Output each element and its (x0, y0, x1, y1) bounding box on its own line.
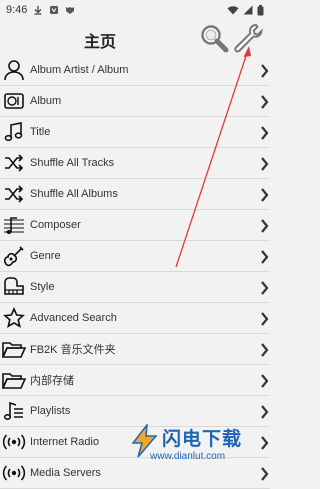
menu-item-label: Album Artist / Album (30, 64, 129, 76)
menu-item-label: Composer (30, 219, 81, 231)
menu-item-label: FB2K 音乐文件夹 (30, 344, 116, 356)
menu-item-style[interactable]: Style (0, 272, 270, 303)
menu-item-composer[interactable]: Composer (0, 210, 270, 241)
notification-icon (50, 6, 59, 14)
watermark: 闪电下载 www.dianlut.com (130, 424, 268, 478)
chevron-right-icon (261, 281, 269, 295)
radio-icon (1, 429, 27, 455)
folder-icon (1, 336, 27, 362)
menu-item-album[interactable]: Album (0, 86, 270, 117)
star-icon (1, 305, 27, 331)
watermark-title: 闪电下载 (162, 428, 243, 450)
menu-item-label: Advanced Search (30, 312, 117, 324)
composer-icon (1, 212, 27, 238)
chevron-right-icon (261, 126, 269, 140)
playlist-icon (1, 398, 27, 424)
menu-item-advanced-search[interactable]: Advanced Search (0, 303, 270, 334)
app-notification-icon (66, 7, 75, 14)
person-icon (1, 57, 27, 83)
app-header: 主页 (0, 20, 270, 56)
search-icon (201, 25, 229, 53)
wifi-icon (227, 6, 239, 15)
menu-item-playlists[interactable]: Playlists (0, 396, 270, 427)
shuffle-icon (1, 181, 27, 207)
menu-item-album-artist[interactable]: Album Artist / Album (0, 55, 270, 86)
menu-item-title[interactable]: Title (0, 117, 270, 148)
settings-button[interactable] (232, 22, 264, 54)
chevron-right-icon (261, 250, 269, 264)
shuffle-icon (1, 150, 27, 176)
menu-item-label: Style (30, 281, 55, 293)
chevron-right-icon (261, 157, 269, 171)
chevron-right-icon (261, 188, 269, 202)
menu-item-label: 内部存储 (30, 375, 74, 387)
menu-item-label: Internet Radio (30, 436, 100, 448)
wrench-icon (234, 23, 263, 53)
album-icon (1, 88, 27, 114)
status-bar: 9:46 (0, 0, 270, 20)
signal-icon (243, 5, 253, 15)
watermark-url: www.dianlut.com (150, 451, 226, 462)
search-button[interactable] (199, 23, 229, 53)
menu-item-label: Title (30, 126, 51, 138)
status-time: 9:46 (6, 4, 28, 16)
chevron-right-icon (261, 312, 269, 326)
music-note-icon (1, 119, 27, 145)
menu-item-label: Shuffle All Tracks (30, 157, 115, 169)
menu-item-genre[interactable]: Genre (0, 241, 270, 272)
chevron-right-icon (261, 64, 269, 78)
battery-icon (257, 4, 264, 15)
menu-item-fb2k-folder[interactable]: FB2K 音乐文件夹 (0, 334, 270, 365)
menu-item-shuffle-tracks[interactable]: Shuffle All Tracks (0, 148, 270, 179)
menu-item-label: Album (30, 95, 62, 107)
guitar-icon (1, 243, 27, 269)
chevron-right-icon (261, 374, 269, 388)
menu-item-shuffle-albums[interactable]: Shuffle All Albums (0, 179, 270, 210)
download-icon (34, 6, 42, 15)
menu-item-internal-storage[interactable]: 内部存储 (0, 365, 270, 396)
folder-icon (1, 367, 27, 393)
radio-icon (1, 460, 27, 486)
menu-item-label: Shuffle All Albums (30, 188, 118, 200)
chevron-right-icon (261, 343, 269, 357)
menu-item-label: Playlists (30, 405, 71, 417)
menu-item-label: Media Servers (30, 467, 101, 479)
chevron-right-icon (261, 219, 269, 233)
piano-icon (1, 274, 27, 300)
chevron-right-icon (261, 95, 269, 109)
page-title: 主页 (83, 32, 116, 51)
chevron-right-icon (261, 405, 269, 419)
menu-item-label: Genre (30, 250, 61, 262)
